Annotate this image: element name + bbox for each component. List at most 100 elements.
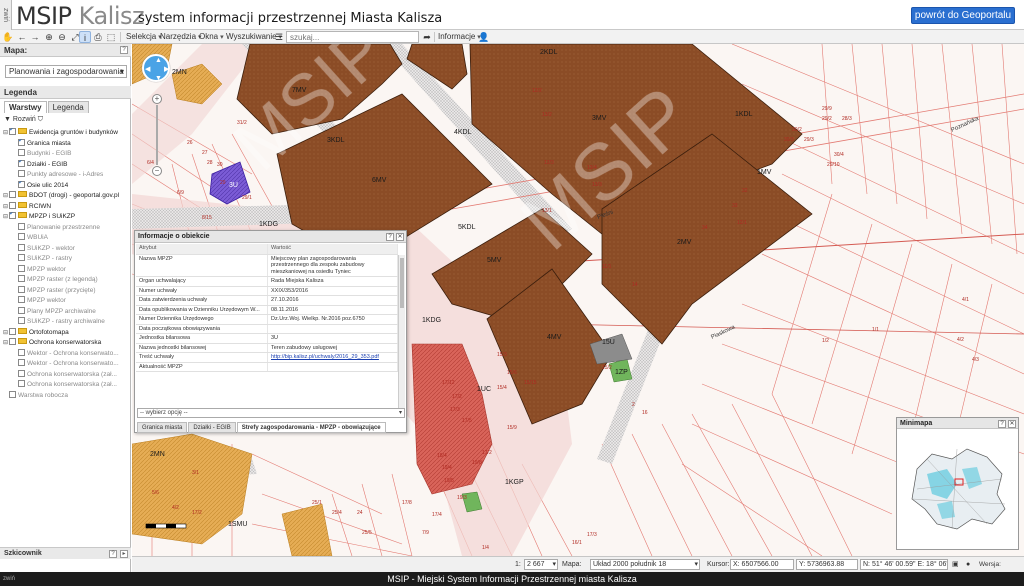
layer-item[interactable]: MPZP raster (przycięte) bbox=[3, 285, 130, 297]
layer-item[interactable]: SUiKZP - wektor bbox=[3, 243, 130, 255]
layer-item[interactable]: MPZP wektor bbox=[3, 264, 130, 276]
scroll-thumb[interactable] bbox=[400, 258, 404, 308]
help-icon[interactable]: ? bbox=[386, 233, 394, 241]
minimap-titlebar[interactable]: Minimapa ? ✕ bbox=[897, 418, 1018, 429]
tab-granica-miasta[interactable]: Granica miasta bbox=[137, 422, 188, 433]
layer-item[interactable]: Plany MPZP archiwalne bbox=[3, 306, 130, 318]
expand-icon[interactable]: ▸ bbox=[120, 550, 128, 558]
layer-item[interactable]: Planowanie przestrzenne bbox=[3, 222, 130, 234]
close-icon[interactable]: ✕ bbox=[1008, 420, 1016, 428]
layer-item[interactable]: ⊟ Ochrona konserwatorska bbox=[3, 338, 130, 349]
pan-control[interactable]: ▲ ▼ ◀ ▶ bbox=[142, 54, 170, 82]
info-icon[interactable]: i bbox=[79, 31, 91, 43]
layer-checkbox[interactable] bbox=[9, 327, 16, 335]
layer-checkbox[interactable] bbox=[18, 296, 25, 303]
menu-narzedzia[interactable]: Narzędzia bbox=[160, 31, 201, 43]
zoom-plus-button[interactable]: + bbox=[152, 94, 162, 104]
layer-checkbox[interactable] bbox=[18, 170, 25, 177]
layer-item[interactable]: Osie ulic 2014 bbox=[3, 180, 130, 192]
collapse-header-tab[interactable]: zwiń bbox=[0, 0, 12, 30]
layer-item[interactable]: Granica miasta bbox=[3, 138, 130, 150]
layer-checkbox[interactable] bbox=[18, 275, 25, 282]
zoom-track[interactable] bbox=[156, 105, 158, 165]
scale-select[interactable]: 2 667 bbox=[524, 559, 558, 570]
object-info-titlebar[interactable]: Informacje o obiekcie ? ✕ bbox=[135, 231, 406, 243]
menu-okna[interactable]: Okna bbox=[199, 31, 224, 43]
layer-checkbox[interactable] bbox=[18, 359, 25, 366]
layer-item[interactable]: Ochrona konserwatorska (zał... bbox=[3, 380, 130, 391]
option-select[interactable]: -- wybierz opcję -- bbox=[137, 408, 405, 418]
search-input[interactable] bbox=[286, 31, 419, 43]
layer-checkbox[interactable] bbox=[18, 149, 25, 156]
layer-item[interactable]: Punkty adresowe - i-Adres bbox=[3, 170, 130, 181]
layer-checkbox[interactable] bbox=[18, 138, 25, 146]
layer-checkbox[interactable] bbox=[18, 222, 25, 230]
layer-checkbox[interactable] bbox=[9, 212, 16, 220]
tab-warstwy[interactable]: Warstwy bbox=[4, 101, 47, 113]
layer-item[interactable]: ⊟ BDOT (drogi) - geoportal.gov.pl bbox=[3, 191, 130, 202]
hand-pan-icon[interactable]: ✋ bbox=[2, 31, 14, 43]
layer-checkbox[interactable] bbox=[9, 191, 16, 198]
zoom-slider[interactable]: + − bbox=[152, 94, 162, 176]
print-icon[interactable]: ⎙ bbox=[92, 31, 104, 43]
layer-item[interactable]: ⊟MPZP i SUiKZP bbox=[3, 212, 130, 223]
tab-legenda[interactable]: Legenda bbox=[47, 101, 89, 113]
layer-item[interactable]: SUiKZP - rastry bbox=[3, 254, 130, 265]
layer-checkbox[interactable] bbox=[9, 338, 16, 345]
zoom-in-icon[interactable]: ⊕ bbox=[43, 31, 55, 43]
resolution-link[interactable]: http://bip.kalisz.pl/uchwaly/2016_29_353… bbox=[271, 354, 379, 360]
info-scrollbar[interactable] bbox=[398, 255, 405, 413]
close-icon[interactable]: ✕ bbox=[396, 233, 404, 241]
arrow-forward-icon[interactable]: → bbox=[29, 31, 41, 43]
zoom-out-icon[interactable]: ⊖ bbox=[56, 31, 68, 43]
layer-item[interactable]: ⊟Ewidencja gruntów i budynków bbox=[3, 128, 130, 139]
layer-checkbox[interactable] bbox=[9, 390, 16, 398]
layer-checkbox[interactable] bbox=[18, 285, 25, 293]
layer-checkbox[interactable] bbox=[9, 128, 16, 136]
crs-select[interactable]: Układ 2000 południk 18 bbox=[590, 559, 700, 570]
layer-checkbox[interactable] bbox=[18, 369, 25, 377]
filter-icon[interactable]: ⛉ bbox=[38, 116, 43, 123]
layer-checkbox[interactable] bbox=[18, 264, 25, 272]
layer-checkbox[interactable] bbox=[18, 317, 25, 324]
list-icon[interactable]: ☰ bbox=[273, 31, 285, 43]
layer-item[interactable]: MPZP raster (z legendą) bbox=[3, 275, 130, 286]
layer-item[interactable]: MPZP wektor bbox=[3, 296, 130, 307]
layer-checkbox[interactable] bbox=[18, 180, 25, 188]
minimap-canvas[interactable] bbox=[897, 429, 1018, 549]
expand-control[interactable]: ▼ Rozwiń ⛉ bbox=[4, 116, 43, 124]
layer-checkbox[interactable] bbox=[18, 243, 25, 251]
layer-item[interactable]: ⊟ RCIWN bbox=[3, 201, 130, 213]
layer-checkbox[interactable] bbox=[18, 306, 25, 314]
map-select[interactable]: Planowania i zagospodarowania prze bbox=[5, 65, 127, 78]
layer-item[interactable]: SUiKZP - rastry archiwalne bbox=[3, 317, 130, 328]
layer-checkbox[interactable] bbox=[18, 348, 25, 356]
layer-checkbox[interactable] bbox=[18, 254, 25, 261]
layer-item[interactable]: WBUiA bbox=[3, 233, 130, 244]
monitor-icon[interactable]: ▣ bbox=[952, 558, 959, 571]
layer-checkbox[interactable] bbox=[18, 233, 25, 240]
menu-informacje[interactable]: Informacje bbox=[438, 31, 481, 43]
collapse-footer-tab[interactable]: zwiń bbox=[0, 572, 30, 586]
search-go-icon[interactable]: ➦ bbox=[421, 31, 433, 43]
layer-item[interactable]: Wektor - Ochrona konserwato... bbox=[3, 348, 130, 360]
measure-icon[interactable]: ⬚ bbox=[105, 31, 117, 43]
layer-item[interactable]: Ochrona konserwatorska (zał... bbox=[3, 369, 130, 381]
layer-item[interactable]: Warstwa robocza bbox=[3, 390, 130, 402]
return-to-portal-button[interactable]: powrót do Geoportalu bbox=[911, 7, 1015, 24]
layer-item[interactable]: ⊟ Ortofotomapa bbox=[3, 327, 130, 339]
layer-checkbox[interactable] bbox=[9, 201, 16, 209]
user-settings-icon[interactable]: 👤 bbox=[478, 31, 490, 43]
menu-selekcja[interactable]: Selekcja bbox=[126, 31, 162, 43]
layer-checkbox[interactable] bbox=[18, 380, 25, 387]
help-icon[interactable]: ? bbox=[998, 420, 1006, 428]
layer-item[interactable]: Wektor - Ochrona konserwato... bbox=[3, 359, 130, 370]
help-icon[interactable]: ? bbox=[120, 46, 128, 54]
layer-item[interactable]: Budynki - EGIB bbox=[3, 149, 130, 160]
pan-left-icon[interactable]: ◀ bbox=[145, 66, 150, 73]
help-icon[interactable]: ? bbox=[109, 550, 117, 558]
zoom-minus-button[interactable]: − bbox=[152, 166, 162, 176]
tab-strefy-mpzp[interactable]: Strefy zagospodarowania - MPZP - obowiąz… bbox=[236, 422, 386, 433]
pan-down-icon[interactable]: ▼ bbox=[155, 75, 162, 82]
pan-up-icon[interactable]: ▲ bbox=[155, 57, 162, 64]
